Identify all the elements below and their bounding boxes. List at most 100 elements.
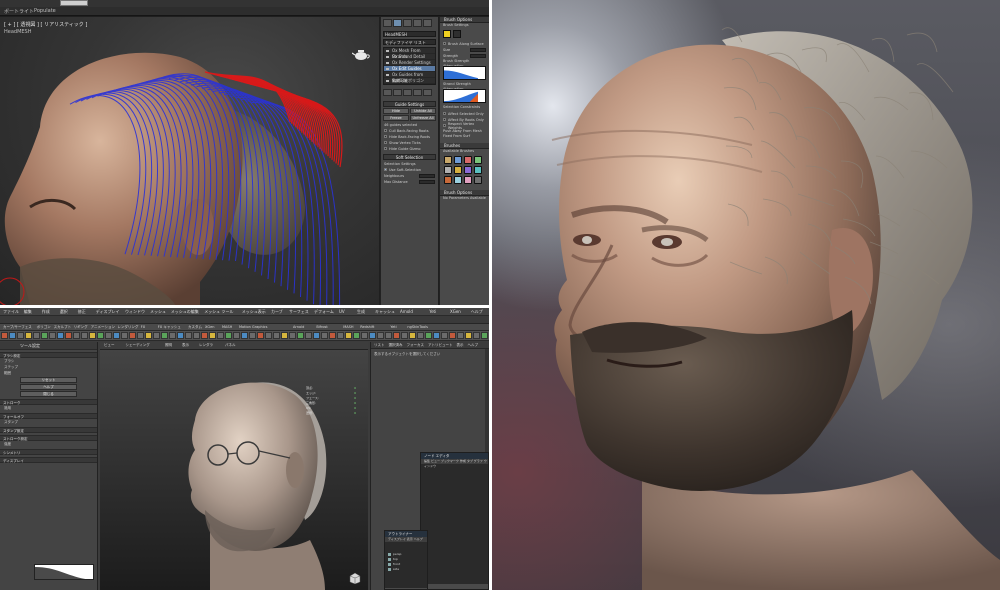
freeze-button[interactable]: Freeze (383, 115, 409, 121)
shelf-tool-icon[interactable] (377, 332, 384, 339)
shelf-tool-icon[interactable] (113, 332, 120, 339)
brush-preset-icon[interactable] (454, 166, 462, 174)
display-section[interactable]: ディスプレイ (0, 457, 97, 463)
shelf-tool-icon[interactable] (65, 332, 72, 339)
shelf-tool-icon[interactable] (457, 332, 464, 339)
maya-menu-item[interactable]: メッシュ (150, 309, 166, 315)
shelf-tool-icon[interactable] (361, 332, 368, 339)
shelf-tool-icon[interactable] (217, 332, 224, 339)
shelf-tool-icon[interactable] (481, 332, 488, 339)
viewport-menu-item[interactable]: レンダラ (199, 343, 213, 348)
create-tab-icon[interactable] (383, 19, 392, 27)
shelf-tool-icon[interactable] (169, 332, 176, 339)
outliner-window[interactable]: アウトライナー ディスプレイ 表示 ヘルプ persp top front side (384, 530, 428, 590)
shelf-tool-icon[interactable] (177, 332, 184, 339)
brush-preset-icon[interactable] (444, 166, 452, 174)
brush-preset-icon[interactable] (444, 156, 452, 164)
show-end-result-icon[interactable] (393, 89, 402, 96)
shelf-tool-icon[interactable] (49, 332, 56, 339)
viewport-menu-item[interactable]: ビュー (104, 343, 115, 348)
shelf-tool-icon[interactable] (41, 332, 48, 339)
shelf-tab[interactable]: FX キャッシュ (158, 325, 181, 330)
teapot-icon[interactable] (352, 47, 370, 61)
shelf-tab[interactable]: Yeti (390, 325, 396, 329)
shelf-tool-icon[interactable] (473, 332, 480, 339)
shelf-tool-icon[interactable] (81, 332, 88, 339)
maya-menu-item[interactable]: カーブ (271, 309, 283, 315)
shelf-tool-icon[interactable] (161, 332, 168, 339)
max-toolbar-label[interactable]: ポートライト (4, 8, 34, 15)
maya-menu-item[interactable]: 作成 (42, 309, 50, 315)
shelf-tab[interactable]: カーブ/サーフェス (3, 325, 32, 330)
viewport-menu-item[interactable]: 照明 (165, 343, 172, 348)
attribute-editor-tab[interactable]: リスト (374, 342, 385, 348)
shelf-tool-icon[interactable] (105, 332, 112, 339)
brush-preset-icon[interactable] (464, 156, 472, 164)
shelf-tool-icon[interactable] (257, 332, 264, 339)
modify-tab-icon[interactable] (393, 19, 402, 27)
node-editor-menu[interactable]: 編集 ビュー ブックマーク 作成 タブ グラフ ウィンドウ (421, 459, 488, 468)
shelf-tool-icon[interactable] (265, 332, 272, 339)
attribute-editor-tab[interactable]: 表示 (457, 342, 464, 348)
shelf-tool-icon[interactable] (1, 332, 8, 339)
maya-menu-item[interactable]: XGen (450, 309, 461, 314)
brush-preset-icon[interactable] (464, 166, 472, 174)
close-button[interactable]: 閉じる (20, 391, 77, 397)
shelf-tab[interactable]: カスタム (188, 325, 202, 330)
maya-menu-item[interactable]: Arnold (400, 309, 413, 314)
shelf-tab[interactable]: Bifrost (316, 325, 327, 329)
maya-menu-item[interactable]: ウィンドウ (125, 309, 145, 315)
help-button[interactable]: ヘルプ (20, 384, 77, 390)
shelf-tool-icon[interactable] (329, 332, 336, 339)
brush-paint-icon[interactable] (453, 30, 461, 38)
shelf-tab[interactable]: ポリゴン (37, 325, 51, 330)
outliner-menu[interactable]: ディスプレイ 表示 ヘルプ (385, 537, 427, 542)
shelf-tab[interactable]: XGen (205, 325, 214, 329)
hide-back-checkbox[interactable] (384, 135, 387, 138)
unfreeze-all-button[interactable]: Unfreeze All (410, 115, 436, 121)
remove-modifier-icon[interactable] (413, 89, 422, 96)
shelf-tool-icon[interactable] (185, 332, 192, 339)
maya-menu-item[interactable]: Yeti (429, 309, 436, 314)
viewport-menu-item[interactable]: パネル (225, 343, 236, 348)
maya-menu-item[interactable]: 生成 (357, 309, 365, 315)
brush-preset-icon[interactable] (464, 176, 472, 184)
maya-menu-item[interactable]: キャッシュ (375, 309, 395, 315)
shelf-tool-icon[interactable] (313, 332, 320, 339)
shelf-tab[interactable]: Motion Graphics (239, 325, 267, 329)
max-distance-input[interactable] (419, 179, 435, 184)
shelf-tool-icon[interactable] (249, 332, 256, 339)
shelf-tool-icon[interactable] (337, 332, 344, 339)
shelf-tool-icon[interactable] (345, 332, 352, 339)
stamp-section[interactable]: スタンプ設定 (0, 427, 97, 433)
shelf-tool-icon[interactable] (89, 332, 96, 339)
maya-menu-item[interactable]: 編集 (24, 309, 32, 315)
attribute-editor-tab[interactable]: アトリビュート (428, 342, 453, 348)
attribute-editor-tab[interactable]: フォーカス (407, 342, 425, 348)
shelf-tab[interactable]: アニメーション (91, 325, 115, 330)
viewport-menu-item[interactable]: 表示 (182, 343, 189, 348)
shelf-tool-icon[interactable] (9, 332, 16, 339)
modifier-list-dropdown[interactable]: モディファイヤ リスト (383, 39, 436, 45)
maya-menu-item[interactable]: ヘルプ (471, 309, 483, 315)
brush-along-surface-checkbox[interactable] (443, 42, 446, 45)
guide-gizmo-checkbox[interactable] (384, 147, 387, 150)
node-editor-canvas[interactable] (421, 464, 488, 584)
shelf-tool-icon[interactable] (409, 332, 416, 339)
brush-preset-icon[interactable] (474, 166, 482, 174)
shelf-tool-icon[interactable] (57, 332, 64, 339)
shelf-tab[interactable]: Arnold (293, 325, 304, 329)
cull-back-checkbox[interactable] (384, 129, 387, 132)
shelf-tab[interactable]: リギング (74, 325, 88, 330)
brush-preset-icon[interactable] (454, 176, 462, 184)
shelf-tab[interactable]: スカルプト (54, 325, 72, 330)
viewport-menu-item[interactable]: シェーディング (126, 343, 150, 348)
view-cube-icon[interactable] (348, 572, 362, 584)
maya-menu-item[interactable]: メッシュの編集 (171, 309, 199, 315)
object-name-field[interactable]: HeadMESH (383, 31, 436, 37)
shelf-tool-icon[interactable] (233, 332, 240, 339)
shelf-tool-icon[interactable] (225, 332, 232, 339)
shelf-tool-icon[interactable] (121, 332, 128, 339)
brush-preset-icon[interactable] (444, 176, 452, 184)
hide-button[interactable]: Hide (383, 108, 409, 114)
